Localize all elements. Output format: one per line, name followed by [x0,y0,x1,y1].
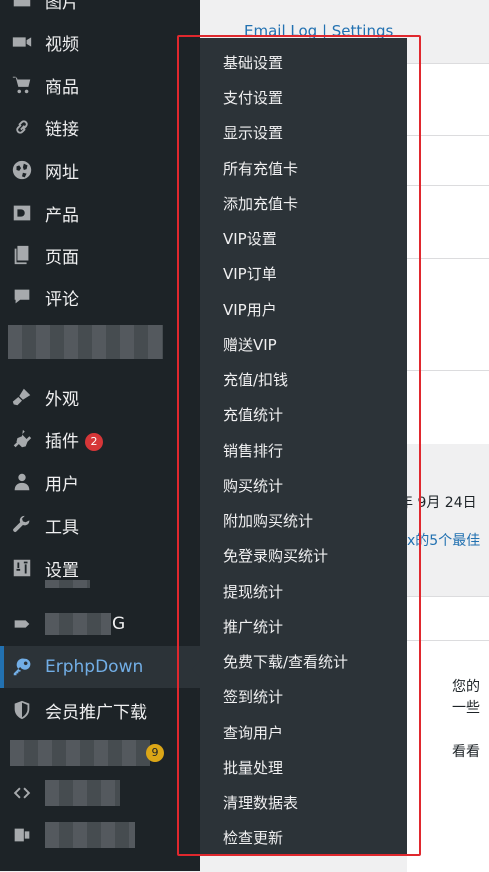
image-icon [10,0,34,12]
sidebar-item-label: 外观 [45,389,79,410]
sidebar-item-label: 工具 [45,517,79,538]
submenu-item[interactable]: 支付设置 [223,87,283,108]
submenu-item[interactable]: VIP订单 [223,263,277,284]
submenu-item[interactable]: VIP用户 [223,299,277,320]
sidebar-item-links[interactable]: 链接 [0,106,200,148]
submenu-item[interactable]: 赠送VIP [223,334,277,355]
sidebar-item-pages[interactable]: 页面 [0,234,200,276]
cart-icon [10,73,34,97]
notice-text-2: 一些 [452,700,480,716]
content-panel-top [407,63,489,444]
submenu-item[interactable]: 清理数据表 [223,792,298,813]
sidebar-item-label: 插件 2 [45,427,103,452]
date-text: 年 9月 24日 [399,495,477,511]
sidebar-item-comments[interactable]: 评论 [0,276,200,318]
sidebar-item-label: 图片 [45,0,79,13]
sidebar-item-label: 设置 [45,560,79,581]
sidebar-item-sites[interactable]: 网址 [0,149,200,191]
erphpdown-submenu: 基础设置 支付设置 显示设置 所有充值卡 添加充值卡 VIP设置 VIP订单 V… [192,38,407,856]
sidebar-item-products[interactable]: 产品 [0,192,200,234]
redacted-menu-item [45,780,120,806]
notice-text-1: 您的 [452,679,480,695]
submenu-item[interactable]: 附加购买统计 [223,510,313,531]
hidden-item-badge: 9 [146,744,164,762]
sidebar-item-videos[interactable]: 视频 [0,21,200,63]
article-link[interactable]: x的5个最佳 [407,530,480,550]
sidebar-item-label: 评论 [45,289,79,310]
globe-icon [10,158,34,182]
sidebar-item-tools[interactable]: 工具 [0,504,200,546]
wrench-icon [10,513,34,537]
submenu-item[interactable]: 添加充值卡 [223,193,298,214]
sidebar-item-label: 用户 [45,474,79,495]
submenu-item[interactable]: 推广统计 [223,616,283,637]
code-icon [10,781,34,805]
sidebar-item-label: 会员推广下载 [45,702,147,723]
sidebar-item-redacted-g[interactable]: G [0,603,200,645]
content-panel-bottom [407,596,489,872]
submenu-item[interactable]: 销售排行 [223,440,283,461]
sidebar-item-label: 链接 [45,119,79,140]
product-icon [10,201,34,225]
submenu-item[interactable]: 基础设置 [223,52,283,73]
submenu-item[interactable]: 所有充值卡 [223,158,298,179]
comment-icon [10,285,34,309]
submenu-item[interactable]: 充值/扣钱 [223,369,288,390]
sidebar-item-label: 网址 [45,162,79,183]
submenu-item[interactable]: 查询用户 [223,722,283,743]
submenu-item[interactable]: 购买统计 [223,475,283,496]
link-icon [10,115,34,139]
sidebar-item-erphpdown[interactable]: ErphpDown [0,646,200,688]
submenu-item[interactable]: 免登录购买统计 [223,545,328,566]
brush-icon [10,385,34,409]
submenu-item[interactable]: 充值统计 [223,404,283,425]
submenu-item[interactable]: VIP设置 [223,228,277,249]
submenu-item[interactable]: 免费下载/查看统计 [223,651,348,672]
sidebar-item-users[interactable]: 用户 [0,461,200,503]
shield-icon [10,698,34,722]
tag-icon [10,612,34,636]
pages-icon [10,243,34,267]
main-content-area: 年 9月 24日 x的5个最佳 您的 一些 看看 [399,0,489,872]
sidebar-item-label: 商品 [45,77,79,98]
key-icon [10,655,34,679]
sidebar-item-label: ErphpDown [45,657,144,677]
redacted-menu-item [8,325,163,359]
video-icon [10,30,34,54]
sidebar-item-plugins[interactable]: 插件 2 [0,418,200,460]
submenu-item[interactable]: 显示设置 [223,122,283,143]
plugin-icon [10,427,34,451]
settings-icon [10,556,34,580]
notice-text-3: 看看 [452,744,480,760]
sidebar-item-label: 产品 [45,205,79,226]
sidebar-item-label: G [112,614,126,634]
sidebar-item-images[interactable]: 图片 [0,0,200,21]
redacted-menu-item [45,822,135,848]
sidebar-item-appearance[interactable]: 外观 [0,376,200,418]
redacted-menu-item [10,740,150,766]
sidebar-item-label: 视频 [45,34,79,55]
admin-sidebar: 图片 视频 商品 链接 网址 产品 页面 评论 外观 插件 2 用户 工具 设置… [0,0,200,871]
sidebar-item-goods[interactable]: 商品 [0,64,200,106]
sidebar-item-member-promo-download[interactable]: 会员推广下载 [0,689,200,731]
submenu-item[interactable]: 签到统计 [223,686,283,707]
sidebar-item-label: 页面 [45,247,79,268]
update-count-badge: 2 [85,432,103,451]
submenu-item[interactable]: 提现统计 [223,581,283,602]
submenu-item[interactable]: 批量处理 [223,757,283,778]
submenu-item[interactable]: 检查更新 [223,827,283,848]
user-icon [10,470,34,494]
media-icon [10,823,34,847]
sidebar-item-settings[interactable]: 设置 [0,547,200,589]
